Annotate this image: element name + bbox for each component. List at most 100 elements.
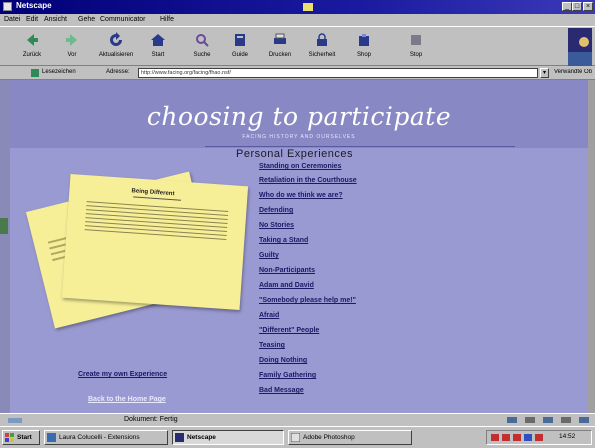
system-tray: 14:52 [486,430,592,445]
note-text-lines [86,201,229,213]
address-label: Adresse: [106,69,130,75]
navigation-toolbar: Zurück Vor Aktualisieren Start Suche Gui… [0,26,595,66]
link-non-participants[interactable]: Non-Participants [259,267,315,274]
forward-label: Vor [67,52,77,58]
guide-icon [235,34,245,46]
start-button[interactable]: Start [2,430,40,445]
minimize-button[interactable]: _ [562,2,572,11]
component-bar-icons[interactable] [505,416,590,424]
shop-label: Shop [356,52,371,58]
back-arrow-icon [27,34,38,46]
title-bar-marker [303,3,313,11]
guide-label: Guide [231,52,248,58]
link-defending[interactable]: Defending [259,207,293,214]
link-retaliation-in-the-courthouse[interactable]: Retaliation in the Courthouse [259,177,357,184]
home-label: Start [151,52,165,58]
header-divider [205,146,515,147]
home-icon [151,34,165,46]
back-label: Zurück [22,52,42,58]
url-input[interactable]: http://www.facing.org/facing/fhao.nsf/ [138,68,538,78]
title-bar: Netscape _ □ × [0,0,595,14]
link-bad-message[interactable]: Bad Message [259,387,304,394]
print-icon [274,33,286,44]
search-label: Suche [193,52,211,58]
stop-button[interactable]: Stop [398,29,434,65]
task-netscape[interactable]: Netscape [172,430,284,445]
link-different-people[interactable]: "Different" People [259,327,319,334]
photoshop-icon [291,433,300,442]
tray-icons[interactable] [491,433,547,442]
security-lock-icon [8,418,22,423]
menu-bar: Datei Edit Ansicht Gehe Communicator Hil… [0,14,595,26]
url-dropdown-button[interactable]: ▾ [540,68,549,78]
tagline: FACING HISTORY AND OURSELVES [242,134,356,140]
status-icons [505,416,590,424]
clock: 14:52 [559,433,576,440]
app-icon [47,433,56,442]
reload-icon [110,32,122,46]
netscape-app-icon[interactable] [3,2,12,11]
security-button[interactable]: Sicherheit [304,29,340,65]
menu-file[interactable]: Datei [4,16,20,23]
netscape-logo-icon [568,28,592,66]
shop-icon [359,34,369,46]
vertical-scrollbar[interactable] [588,80,595,413]
print-label: Drucken [268,52,292,58]
link-doing-nothing[interactable]: Doing Nothing [259,357,307,364]
print-button[interactable]: Drucken [262,29,298,65]
windows-logo-icon [5,433,14,442]
link-no-stories[interactable]: No Stories [259,222,294,229]
task-extensions-label: Laura Colucelli - Extensions [59,434,140,441]
stop-icon [411,35,421,45]
security-label: Sicherheit [308,52,336,58]
reload-button[interactable]: Aktualisieren [98,29,134,65]
location-bar: Lesezeichen Adresse: http://www.facing.o… [0,66,595,80]
search-button[interactable]: Suche [184,29,220,65]
netscape-icon [175,433,184,442]
menu-view[interactable]: Ansicht [44,16,67,23]
window-title: Netscape [16,1,52,10]
link-somebody-please-help-me[interactable]: "Somebody please help me!" [259,297,356,304]
menu-go[interactable]: Gehe [78,16,95,23]
link-taking-a-stand[interactable]: Taking a Stand [259,237,308,244]
front-note-card: Being Different [61,173,249,311]
back-home-link[interactable]: Back to the Home Page [88,396,166,403]
status-bar: Dokument: Fertig [0,413,595,426]
task-photoshop[interactable]: Adobe Photoshop [288,430,412,445]
menu-edit[interactable]: Edit [26,16,38,23]
forward-arrow-icon [66,34,77,46]
link-who-do-we-think-we-are[interactable]: Who do we think we are? [259,192,343,199]
search-icon [196,34,209,47]
menu-help[interactable]: Hilfe [160,16,174,23]
link-standing-on-ceremonies[interactable]: Standing on Ceremonies [259,163,341,170]
bookmarks-button[interactable]: Lesezeichen [42,69,76,75]
frame-handle[interactable] [0,218,8,234]
close-button[interactable]: × [583,2,593,11]
guide-button[interactable]: Guide [222,29,258,65]
brand-title: choosing to participate [146,102,452,131]
status-text: Dokument: Fertig [124,416,178,423]
security-icon [317,33,327,46]
stop-label: Stop [409,52,423,58]
related-button[interactable]: Verwandte Objekte [554,69,592,75]
task-photoshop-label: Adobe Photoshop [303,434,355,441]
link-guilty[interactable]: Guilty [259,252,279,259]
left-frame-edge [0,80,10,413]
link-teasing[interactable]: Teasing [259,342,285,349]
home-button[interactable]: Start [140,29,176,65]
link-family-gathering[interactable]: Family Gathering [259,372,316,379]
shop-button[interactable]: Shop [346,29,382,65]
link-adam-and-david[interactable]: Adam and David [259,282,314,289]
forward-button[interactable]: Vor [54,29,90,65]
task-extensions[interactable]: Laura Colucelli - Extensions [44,430,168,445]
taskbar: Start Laura Colucelli - Extensions Netsc… [0,426,595,448]
start-label: Start [17,434,32,441]
reload-label: Aktualisieren [98,52,134,58]
maximize-button[interactable]: □ [572,2,582,11]
back-button[interactable]: Zurück [14,29,50,65]
menu-communicator[interactable]: Communicator [100,16,146,23]
bookmark-icon [31,69,39,77]
task-netscape-label: Netscape [187,434,216,441]
create-experience-link[interactable]: Create my own Experience [78,371,167,378]
link-afraid[interactable]: Afraid [259,312,279,319]
